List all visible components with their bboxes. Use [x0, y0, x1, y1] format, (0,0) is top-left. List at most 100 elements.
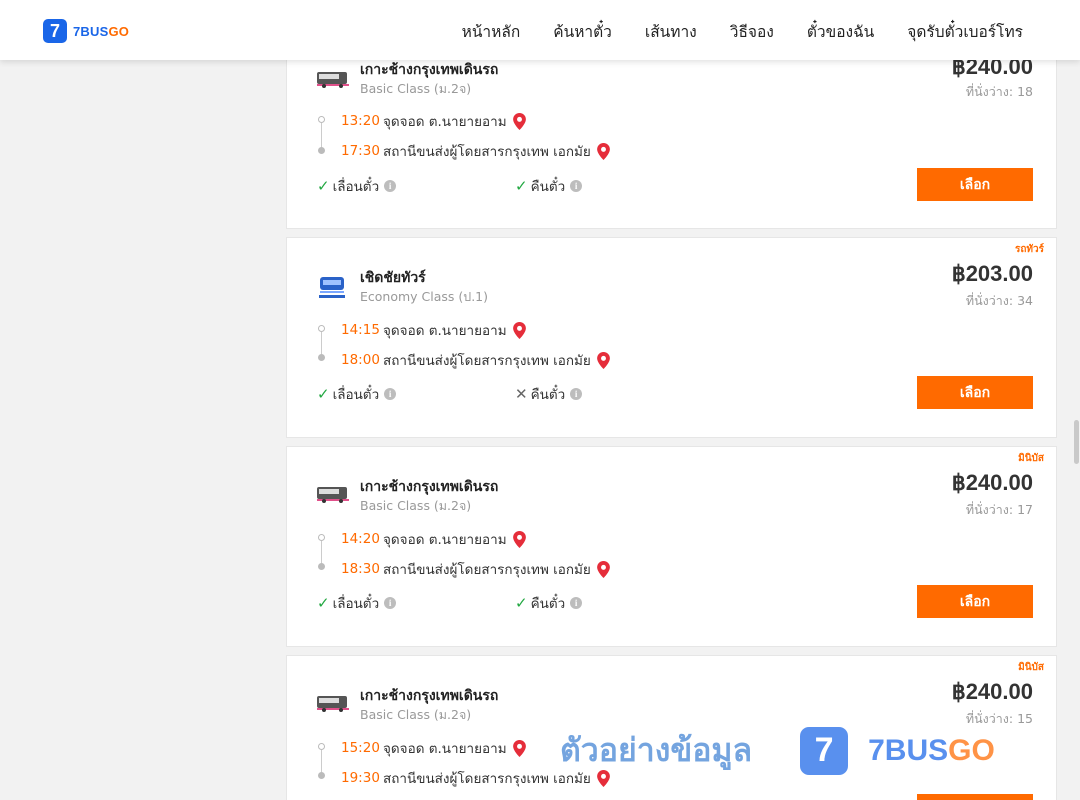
feature-refund: ✕ คืนตั๋ว i [515, 383, 583, 405]
info-icon[interactable]: i [570, 180, 583, 192]
departure-dot [318, 743, 325, 750]
feature-label: คืนตั๋ว [530, 596, 566, 612]
operator-name: เกาะช้างกรุงเทพเดินรถ [360, 479, 499, 495]
departure-time: 14:15 [341, 322, 380, 338]
ticket-price: ฿203.00 [951, 261, 1033, 286]
bus-operator-logo [317, 487, 349, 503]
map-pin-icon[interactable] [512, 530, 526, 548]
info-icon[interactable]: i [384, 388, 397, 400]
seats-available: ที่นั่งว่าง: 34 [965, 293, 1033, 308]
page-scrollbar[interactable] [1072, 60, 1080, 800]
feature-reschedule: ✓ เลื่อนตั๋ว i [317, 383, 397, 405]
departure-dot [318, 116, 325, 123]
map-pin-icon[interactable] [596, 769, 610, 787]
bus-class: Basic Class (ม.2จ) [360, 81, 472, 96]
nav-ticket-points[interactable]: จุดรับตั๋วเบอร์โทร [907, 19, 1023, 44]
arrival-dot [318, 147, 325, 154]
logo-icon: 7 [43, 19, 67, 43]
feature-refund: ✓ คืนตั๋ว i [515, 592, 583, 614]
map-pin-icon[interactable] [512, 321, 526, 339]
timeline-line [321, 750, 322, 773]
arrival-dot [318, 354, 325, 361]
map-pin-icon[interactable] [512, 739, 526, 757]
timeline-line [321, 123, 322, 148]
departure-place: จุดจอด ต.นายายอาม [383, 532, 507, 548]
departure-stop: 13:20 จุดจอด ต.นายายอาม [341, 110, 526, 132]
arrival-time: 17:30 [341, 143, 380, 159]
departure-place: จุดจอด ต.นายายอาม [383, 114, 507, 130]
top-nav-bar: 7 7BUSGO หน้าหลัก ค้นหาตั๋ว เส้นทาง วิธี… [0, 0, 1080, 60]
nav-search-tickets[interactable]: ค้นหาตั๋ว [553, 19, 612, 44]
arrival-time: 19:30 [341, 770, 380, 786]
departure-time: 13:20 [341, 113, 380, 129]
ticket-price: ฿240.00 [951, 679, 1033, 704]
operator-name: เกาะช้างกรุงเทพเดินรถ [360, 688, 499, 704]
bus-class: Economy Class (ป.1) [360, 289, 489, 304]
timeline-line [321, 541, 322, 564]
seats-available: ที่นั่งว่าง: 17 [965, 502, 1033, 517]
feature-label: คืนตั๋ว [530, 387, 566, 403]
select-trip-button[interactable]: เลือก [917, 585, 1033, 618]
departure-time: 14:20 [341, 531, 380, 547]
trip-card: รถทัวร์ เชิดชัยทัวร์ Economy Class (ป.1)… [286, 237, 1057, 438]
arrival-dot [318, 772, 325, 779]
bus-operator-logo [317, 696, 349, 712]
departure-stop: 14:15 จุดจอด ต.นายายอาม [341, 319, 526, 341]
nav-home[interactable]: หน้าหลัก [462, 19, 521, 44]
scrollbar-thumb[interactable] [1074, 420, 1079, 464]
map-pin-icon[interactable] [596, 560, 610, 578]
seats-available: ที่นั่งว่าง: 18 [965, 84, 1033, 99]
cross-icon: ✕ [515, 385, 528, 403]
arrival-place: สถานีขนส่งผู้โดยสารกรุงเทพ เอกมัย [383, 771, 591, 787]
select-trip-button[interactable] [917, 794, 1033, 800]
map-pin-icon[interactable] [596, 142, 610, 160]
feature-reschedule: ✓ เลื่อนตั๋ว i [317, 175, 397, 197]
site-logo[interactable]: 7 7BUSGO [43, 19, 129, 43]
trip-card: มินิบัส เกาะช้างกรุงเทพเดินรถ Basic Clas… [286, 655, 1057, 800]
main-nav: หน้าหลัก ค้นหาตั๋ว เส้นทาง วิธีจอง ตั๋วข… [429, 19, 1023, 44]
arrival-dot [318, 563, 325, 570]
departure-dot [318, 534, 325, 541]
info-icon[interactable]: i [570, 388, 583, 400]
feature-label: คืนตั๋ว [530, 179, 566, 195]
departure-dot [318, 325, 325, 332]
departure-place: จุดจอด ต.นายายอาม [383, 323, 507, 339]
bus-operator-logo [317, 72, 349, 88]
timeline-line [321, 332, 322, 355]
map-pin-icon[interactable] [512, 112, 526, 130]
check-icon: ✓ [317, 177, 330, 195]
info-icon[interactable]: i [384, 180, 397, 192]
map-pin-icon[interactable] [596, 351, 610, 369]
trip-card: มินิบัส เกาะช้างกรุงเทพเดินรถ Basic Clas… [286, 446, 1057, 647]
operator-name: เกาะช้างกรุงเทพเดินรถ [360, 62, 499, 78]
nav-my-tickets[interactable]: ตั๋วของฉัน [807, 19, 874, 44]
select-trip-button[interactable]: เลือก [917, 376, 1033, 409]
vehicle-type-badge: มินิบัส [1018, 662, 1044, 673]
departure-time: 15:20 [341, 740, 380, 756]
vehicle-type-badge: รถทัวร์ [1014, 244, 1044, 255]
feature-label: เลื่อนตั๋ว [332, 387, 380, 403]
departure-place: จุดจอด ต.นายายอาม [383, 741, 507, 757]
check-icon: ✓ [317, 385, 330, 403]
arrival-stop: 18:00 สถานีขนส่งผู้โดยสารกรุงเทพ เอกมัย [341, 349, 610, 371]
check-icon: ✓ [317, 594, 330, 612]
info-icon[interactable]: i [384, 597, 397, 609]
feature-refund: ✓ คืนตั๋ว i [515, 175, 583, 197]
feature-label: เลื่อนตั๋ว [332, 179, 380, 195]
info-icon[interactable]: i [570, 597, 583, 609]
nav-how-to-book[interactable]: วิธีจอง [730, 19, 774, 44]
check-icon: ✓ [515, 177, 528, 195]
bus-class: Basic Class (ม.2จ) [360, 498, 472, 513]
arrival-stop: 19:30 สถานีขนส่งผู้โดยสารกรุงเทพ เอกมัย [341, 767, 610, 789]
trip-card: เกาะช้างกรุงเทพเดินรถ Basic Class (ม.2จ)… [286, 40, 1057, 229]
nav-routes[interactable]: เส้นทาง [645, 19, 697, 44]
check-icon: ✓ [515, 594, 528, 612]
arrival-time: 18:00 [341, 352, 380, 368]
arrival-time: 18:30 [341, 561, 380, 577]
ticket-price: ฿240.00 [951, 470, 1033, 495]
operator-name: เชิดชัยทัวร์ [360, 270, 426, 286]
select-trip-button[interactable]: เลือก [917, 168, 1033, 201]
feature-reschedule: ✓ เลื่อนตั๋ว i [317, 592, 397, 614]
arrival-place: สถานีขนส่งผู้โดยสารกรุงเทพ เอกมัย [383, 353, 591, 369]
vehicle-type-badge: มินิบัส [1018, 453, 1044, 464]
